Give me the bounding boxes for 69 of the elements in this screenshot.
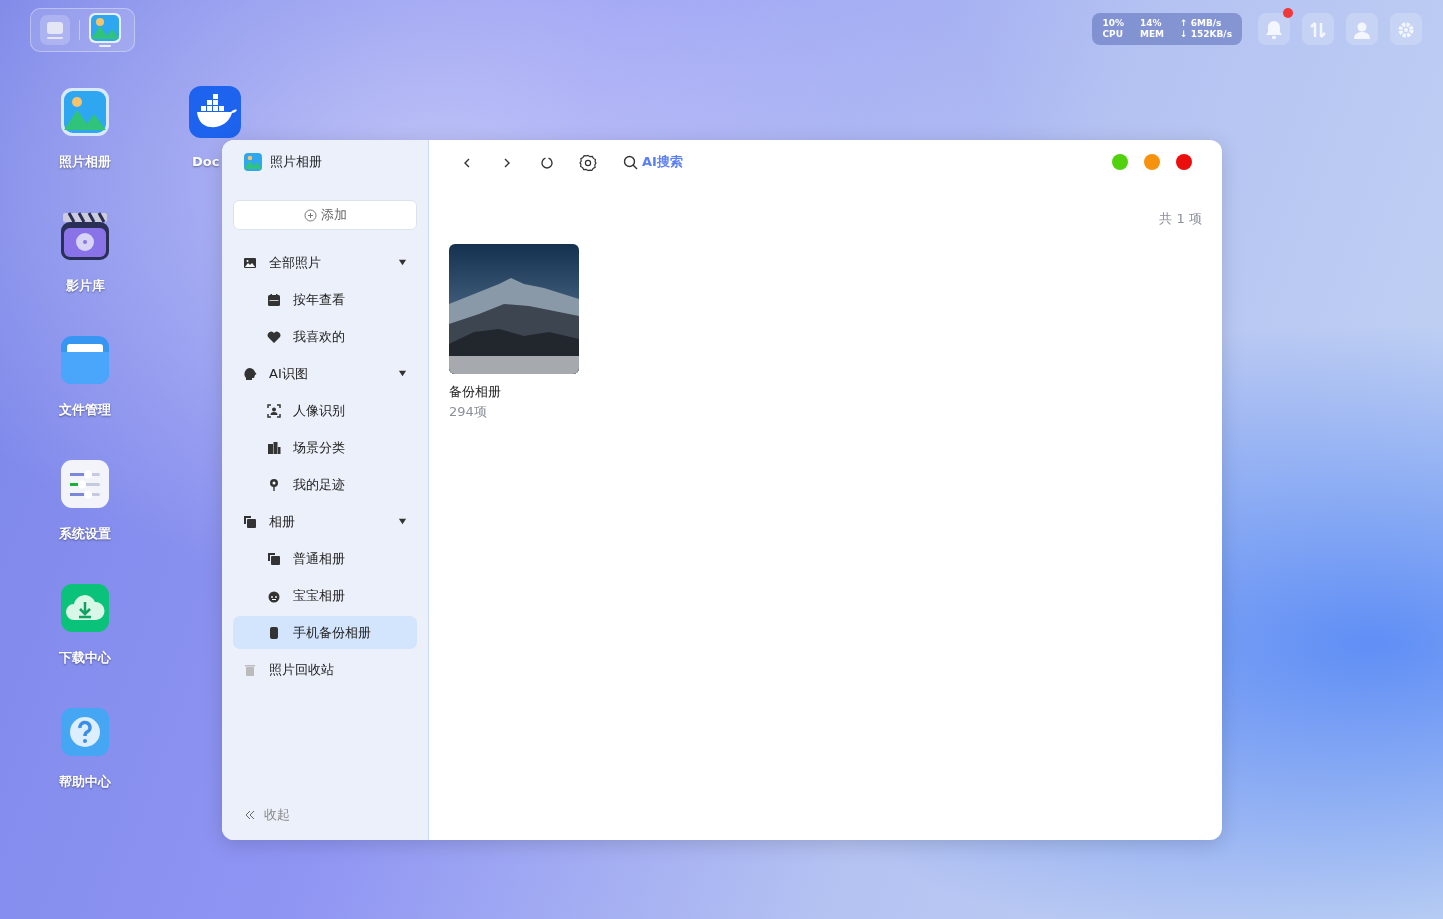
photos-icon[interactable] [59, 86, 111, 138]
plus-circle-icon [303, 208, 317, 222]
ai-search-button[interactable]: AI搜索 [623, 152, 683, 172]
user-icon [1353, 20, 1371, 39]
app-label: 帮助中心 [59, 773, 111, 791]
film-clapper-icon[interactable] [59, 210, 111, 262]
sliders-icon[interactable] [59, 458, 111, 510]
sidebar-item[interactable]: 全部照片 [233, 246, 417, 279]
sidebar-item[interactable]: 场景分类 [233, 431, 417, 464]
sidebar-item[interactable]: AI识图 [233, 357, 417, 390]
sidebar-item[interactable]: 手机备份相册 [233, 616, 417, 649]
whale-icon[interactable] [189, 86, 241, 138]
bell-icon [1265, 19, 1283, 40]
trash-icon [243, 662, 257, 677]
app-label: 影片库 [65, 277, 105, 295]
album-title: 备份相册 [449, 383, 502, 401]
phone-icon [267, 625, 281, 640]
memory-label: MEM [1140, 29, 1165, 40]
close-button[interactable] [1176, 154, 1192, 170]
sidebar-item[interactable]: 照片回收站 [233, 653, 417, 686]
sidebar-item[interactable]: 相册 [233, 505, 417, 538]
sidebar-item[interactable]: 按年查看 [233, 283, 417, 316]
sidebar-item[interactable]: 人像识别 [233, 394, 417, 427]
sidebar-item[interactable]: 宝宝相册 [233, 579, 417, 612]
app-label: 下载中心 [59, 649, 111, 667]
photo-app-icon[interactable] [88, 12, 122, 48]
cloud-download-icon[interactable] [59, 582, 111, 634]
stacked-pages-icon [267, 551, 281, 566]
caret-icon [398, 517, 407, 526]
app-icon [244, 153, 262, 171]
sidebar-item[interactable]: 普通相册 [233, 542, 417, 575]
buildings-icon [267, 440, 281, 455]
minimize-button[interactable] [1144, 154, 1160, 170]
arrows-icon [1310, 20, 1326, 39]
desktop-icon[interactable] [39, 14, 71, 46]
settings-icon [1397, 20, 1415, 39]
window-title: 照片相册 [270, 153, 322, 172]
sidebar-item[interactable]: 我的足迹 [233, 468, 417, 501]
face-scan-icon [267, 403, 281, 418]
album-count: 294项 [449, 402, 488, 421]
memory-usage: 14% [1140, 18, 1163, 29]
app-label: 系统设置 [59, 525, 111, 543]
head-icon [243, 366, 257, 381]
app-label: Doc [192, 153, 220, 171]
app-label: 文件管理 [59, 401, 111, 419]
upload-speed: ↑ 6MB/s [1180, 18, 1223, 29]
stacked-pages-icon [243, 514, 257, 529]
caret-icon [398, 369, 407, 378]
transfer-button[interactable] [1302, 13, 1334, 45]
calendar-icon [267, 292, 281, 307]
notification-button[interactable] [1258, 13, 1290, 45]
location-pin-icon [267, 477, 281, 492]
add-button[interactable]: 添加 [233, 200, 417, 230]
cpu-label: CPU [1102, 29, 1124, 40]
double-chevron-icon [244, 809, 256, 821]
maximize-button[interactable] [1112, 154, 1128, 170]
help-icon[interactable] [59, 706, 111, 758]
image-icon [243, 255, 257, 270]
download-speed: ↓ 152KB/s [1180, 29, 1232, 40]
caret-icon [398, 258, 407, 267]
photo-placeholder[interactable] [449, 244, 579, 374]
folder-icon[interactable] [59, 334, 111, 386]
app-label: 照片相册 [59, 153, 111, 171]
settings-icon [579, 153, 597, 172]
heart-icon [267, 329, 281, 344]
sidebar-item[interactable]: 我喜欢的 [233, 320, 417, 353]
search-icon [623, 154, 638, 170]
item-count: 共 1 项 [1159, 211, 1202, 226]
cpu-usage: 10% [1102, 18, 1124, 29]
